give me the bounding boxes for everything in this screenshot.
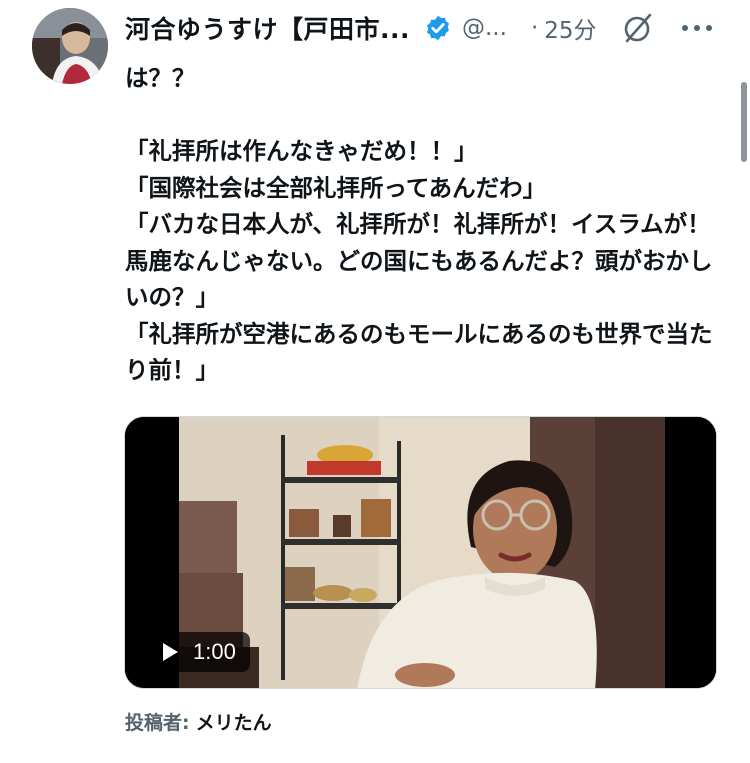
video-player[interactable]: 1:00 xyxy=(124,416,717,689)
verified-badge-icon xyxy=(427,15,449,41)
scrollbar[interactable] xyxy=(741,82,747,162)
author-display-name[interactable]: 河合ゆうすけ【戸田市... xyxy=(125,10,410,46)
attribution-label: 投稿者: xyxy=(125,712,190,734)
post-text: は？？ 「礼拝所は作んなきゃだめ！！」 「国際社会は全部礼拝所ってあんだわ」 「… xyxy=(125,64,713,384)
avatar-image xyxy=(32,8,108,84)
grok-icon[interactable] xyxy=(621,11,655,45)
play-icon[interactable] xyxy=(161,642,179,662)
post-header: 河合ゆうすけ【戸田市... @... · 25分 xyxy=(125,8,745,48)
separator-dot: · xyxy=(530,15,539,41)
attribution-name[interactable]: メリたん xyxy=(196,712,272,734)
more-options-icon[interactable] xyxy=(677,16,717,40)
avatar[interactable] xyxy=(32,8,108,84)
post-timestamp[interactable]: 25分 xyxy=(544,11,596,45)
author-handle[interactable]: @... xyxy=(462,15,507,41)
video-duration: 1:00 xyxy=(193,639,236,664)
video-attribution: 投稿者: メリたん xyxy=(125,708,272,735)
video-duration-badge[interactable]: 1:00 xyxy=(151,632,250,672)
